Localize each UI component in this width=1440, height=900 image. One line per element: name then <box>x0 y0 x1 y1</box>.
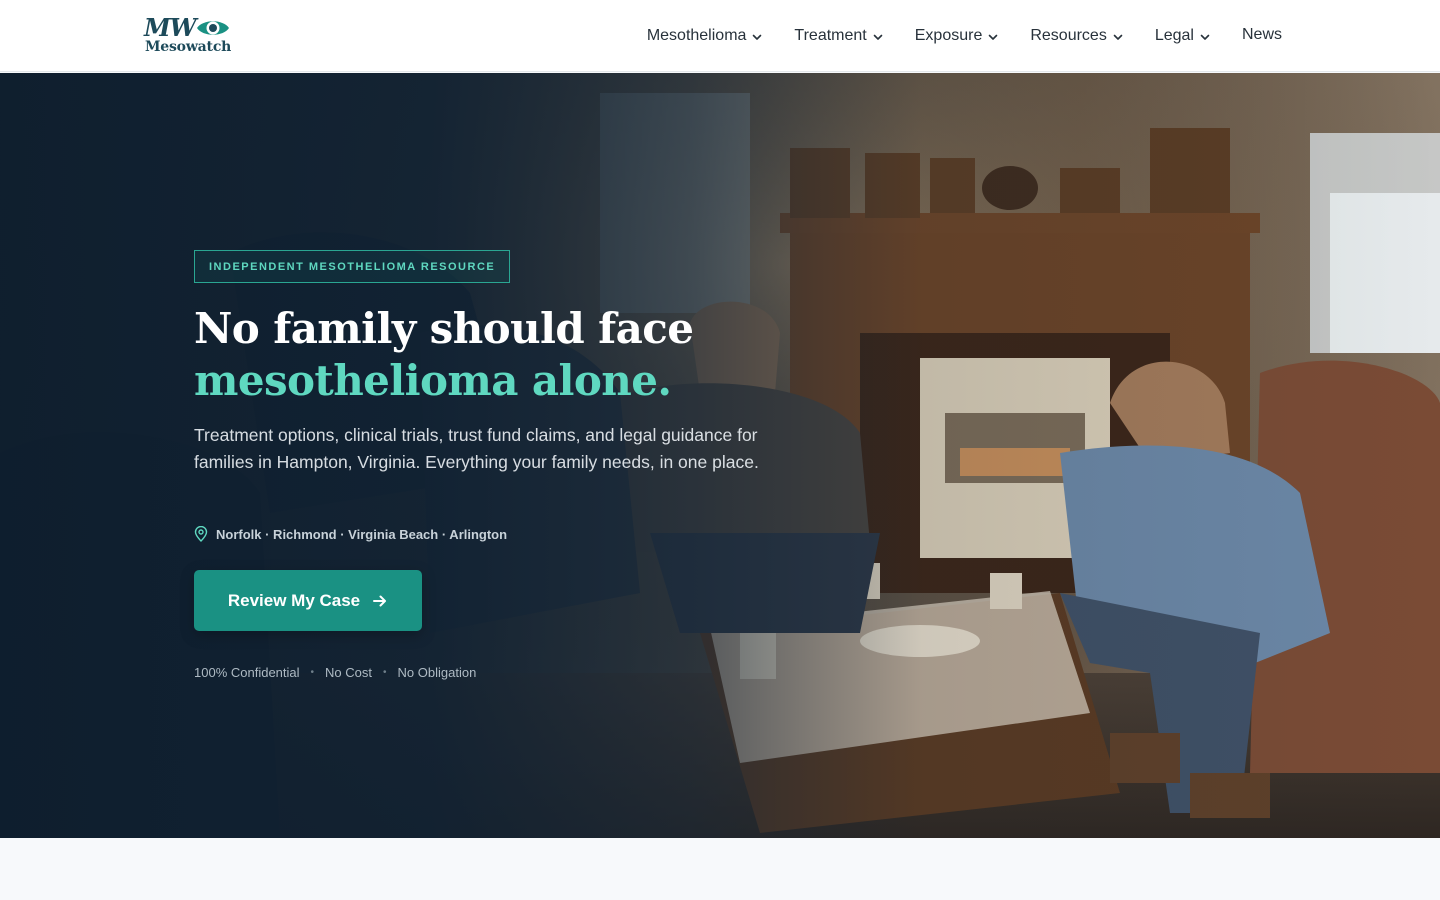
nav-item-resources[interactable]: Resources <box>1030 0 1123 72</box>
hero-headline: No family should face mesothelioma alone… <box>194 303 894 407</box>
hero-tag: INDEPENDENT MESOTHELIOMA RESOURCE <box>194 250 511 283</box>
assurance-separator: • <box>310 667 315 678</box>
nav-item-treatment[interactable]: Treatment <box>794 0 883 72</box>
nav-item-news[interactable]: News <box>1242 0 1282 71</box>
nav-item-label: Treatment <box>794 27 867 44</box>
site-logo[interactable]: MW Mesowatch <box>144 14 244 60</box>
nav-item-mesothelioma[interactable]: Mesothelioma <box>647 0 764 72</box>
nav-item-legal[interactable]: Legal <box>1155 0 1211 72</box>
hero-headline-line2: mesothelioma alone. <box>194 356 672 405</box>
chevron-down-icon <box>753 34 762 40</box>
main-nav: Mesothelioma Treatment Exposure Resource… <box>647 0 1282 72</box>
hero-headline-line1: No family should face <box>194 304 694 353</box>
arrow-right-icon <box>373 595 387 606</box>
chevron-down-icon <box>1113 34 1123 40</box>
assurance-item: No Obligation <box>397 665 477 680</box>
nav-item-exposure[interactable]: Exposure <box>915 0 1000 72</box>
nav-item-label: Resources <box>1030 27 1107 44</box>
chevron-down-icon <box>873 34 883 40</box>
chevron-down-icon <box>1200 34 1210 40</box>
service-cities: Norfolk · Richmond · Virginia Beach · Ar… <box>194 526 507 542</box>
map-pin-icon <box>194 526 208 542</box>
nav-item-label: Exposure <box>914 27 983 44</box>
nav-item-label: Mesothelioma <box>646 27 747 44</box>
assurance-item: 100% Confidential <box>194 665 300 680</box>
nav-item-label: Legal <box>1154 27 1194 44</box>
next-section <box>0 838 1440 900</box>
logo-initials: MW <box>144 13 197 42</box>
assurance-item: No Cost <box>325 665 373 680</box>
hero-lead: Treatment options, clinical trials, trus… <box>194 425 759 472</box>
chevron-down-icon <box>989 34 998 40</box>
assurance-separator: • <box>383 667 387 678</box>
review-my-case-button[interactable]: Review My Case <box>194 570 422 631</box>
cities-list: Norfolk · Richmond · Virginia Beach · Ar… <box>216 526 508 542</box>
hero-section: INDEPENDENT MESOTHELIOMA RESOURCE No fam… <box>0 73 1440 838</box>
nav-item-label: News <box>1241 26 1282 43</box>
assurance-row: 100% Confidential • No Cost • No Obligat… <box>194 665 476 680</box>
eye-icon <box>197 21 229 35</box>
logo-wordmark: Mesowatch <box>145 39 232 55</box>
cta-label: Review My Case <box>227 590 361 610</box>
site-header: MW Mesowatch Mesothelioma Treatment Expo… <box>0 0 1440 72</box>
